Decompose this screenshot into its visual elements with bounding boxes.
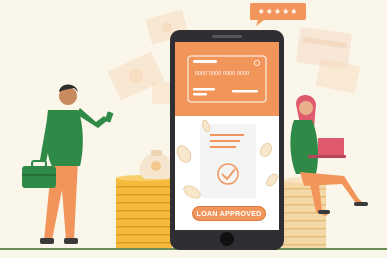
illustration-scene bbox=[0, 9, 387, 250]
card-number: 0000 0000 0000 0000 bbox=[195, 71, 250, 77]
phone-home-button[interactable] bbox=[220, 232, 234, 246]
loan-approved-label: LOAN APPROVED bbox=[196, 209, 262, 218]
rating-stars: ★★★★★ bbox=[257, 7, 299, 16]
rating-badge-tail bbox=[256, 20, 264, 26]
money-bag-icon bbox=[139, 150, 174, 179]
briefcase-icon bbox=[22, 160, 56, 188]
card-panel bbox=[175, 42, 279, 116]
man-figure bbox=[40, 84, 114, 244]
document-icon bbox=[200, 124, 256, 198]
star-rating-icon: ★★★★★ bbox=[250, 3, 306, 20]
coin-stack-icon bbox=[116, 175, 172, 248]
floating-banknote bbox=[315, 58, 361, 94]
phone-speaker bbox=[212, 35, 242, 38]
loan-approved-button[interactable]: LOAN APPROVED bbox=[192, 206, 266, 221]
